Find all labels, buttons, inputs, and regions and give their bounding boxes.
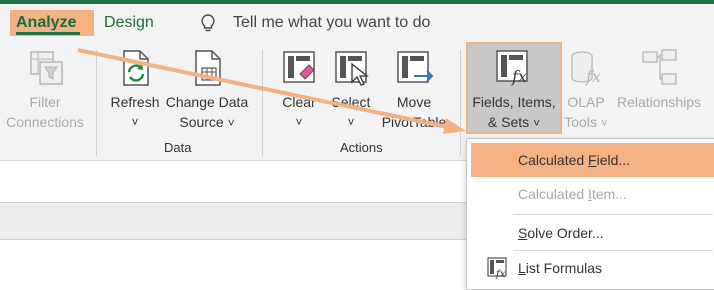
group-label-data: Data [164, 140, 192, 155]
menu-item-calculated-field[interactable]: Calculated Field... [471, 143, 714, 177]
tab-analyze[interactable]: Analyze [10, 10, 94, 36]
fields-items-sets-menu: Calculated Field... Calculated Item... S… [466, 138, 714, 290]
relationships-icon [642, 49, 677, 85]
menu-item-calculated-field-text: Calculated Field... [518, 143, 630, 177]
solve-order-accel: S [518, 225, 528, 241]
tab-design-label: Design [104, 14, 154, 31]
calc-field-pre: Calculated [518, 152, 589, 168]
active-tab-underline [16, 32, 80, 35]
fields-items-sets-label-2-wrap: & Sets ˅ [466, 112, 562, 133]
list-formulas-icon: fx [487, 257, 507, 279]
chevron-down-icon: ˅ [131, 115, 139, 129]
svg-text:fx: fx [511, 67, 527, 86]
group-label-actions: Actions [340, 140, 383, 155]
fields-items-sets-icon: fx [496, 50, 528, 86]
chevron-down-icon: ˅ [533, 116, 541, 130]
tab-analyze-label: Analyze [16, 14, 77, 31]
filter-connections-icon [30, 51, 63, 85]
menu-item-calculated-item-text: Calculated Item... [518, 177, 627, 211]
filter-connections-label-1: Filter [29, 94, 61, 110]
menu-item-solve-order[interactable]: Solve Order... [471, 216, 714, 250]
olap-tools-label-2-wrap: Tools ˅ [560, 112, 612, 133]
menu-separator [513, 214, 713, 215]
change-data-source-label-1: Change Data [165, 94, 249, 110]
ribbon-tabs: Analyze Design Tell me what you want to … [0, 4, 714, 42]
chevron-down-icon: ˅ [600, 116, 608, 130]
refresh-label: Refresh [110, 94, 160, 110]
fields-items-sets-label-1: Fields, Items, [472, 94, 556, 110]
olap-tools-icon: fx [571, 51, 601, 86]
menu-item-calculated-item[interactable]: Calculated Item... [471, 177, 714, 211]
clear-icon [283, 51, 315, 83]
calc-item-pre: Calculated [518, 186, 589, 202]
olap-tools-label-2: Tools [564, 114, 597, 130]
relationships-label: Relationships [616, 94, 702, 110]
svg-text:fx: fx [495, 269, 506, 279]
calc-field-accel: F [588, 152, 597, 168]
olap-tools-label-1: OLAP [567, 94, 605, 110]
group-separator [262, 50, 263, 156]
menu-item-solve-order-text: Solve Order... [518, 216, 604, 250]
lightbulb-icon [201, 14, 215, 32]
list-formulas-accel: L [518, 260, 526, 276]
tell-me-text: Tell me what you want to do [233, 14, 431, 31]
calc-field-post: ield... [596, 152, 631, 168]
calc-item-post: tem... [591, 186, 627, 202]
change-data-source-label-2-wrap: Source ˅ [164, 112, 250, 133]
move-pivottable-label-2: PivotTable [381, 114, 447, 130]
change-data-source-label-2: Source [179, 114, 224, 130]
chevron-down-icon: ˅ [295, 115, 303, 129]
chevron-down-icon: ˅ [227, 116, 235, 130]
change-data-source-icon [195, 50, 221, 86]
group-separator [460, 50, 461, 156]
chevron-down-icon: ˅ [347, 115, 355, 129]
list-formulas-post: ist Formulas [525, 260, 603, 276]
group-separator [96, 50, 97, 156]
tab-design[interactable]: Design [104, 10, 154, 36]
svg-text:fx: fx [585, 67, 601, 86]
move-pivottable-label-1: Move [396, 94, 432, 110]
select-label: Select [331, 94, 371, 110]
clear-label: Clear [282, 94, 316, 110]
menu-item-list-formulas[interactable]: fx List Formulas [471, 251, 714, 285]
menu-item-list-formulas-text: List Formulas [518, 251, 602, 285]
move-pivottable-icon [397, 51, 434, 83]
solve-order-post: olve Order... [527, 225, 604, 241]
fields-items-sets-label-2: & Sets [487, 114, 530, 130]
refresh-icon [123, 50, 149, 86]
filter-connections-label-2: Connections [6, 114, 84, 130]
select-icon [335, 51, 369, 86]
